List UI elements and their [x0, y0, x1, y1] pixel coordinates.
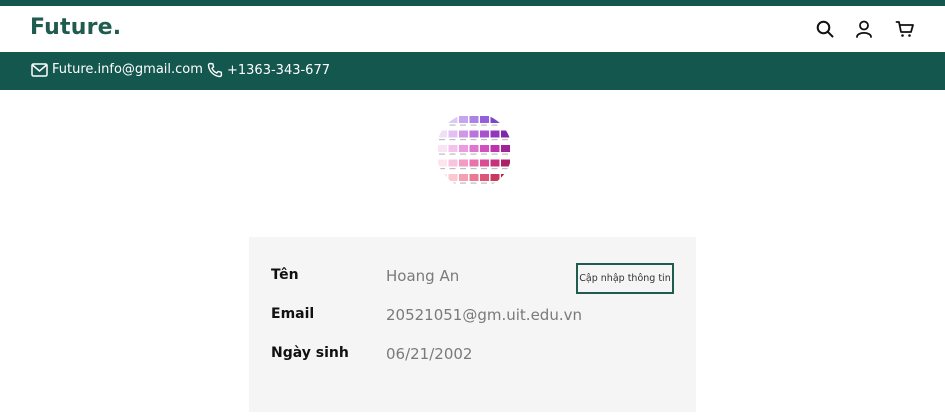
birthday-label: Ngày sinh: [271, 345, 349, 361]
site-logo[interactable]: Future.: [30, 15, 121, 40]
contact-bar: Future.info@gmail.com +1363-343-677: [0, 52, 945, 90]
mail-icon: [31, 62, 48, 77]
update-info-button[interactable]: Cập nhập thông tin: [576, 263, 674, 294]
email-label: Email: [271, 306, 315, 322]
avatar-swatch-image: [438, 116, 510, 184]
phone-icon: [207, 62, 223, 78]
cart-icon[interactable]: [895, 19, 915, 39]
user-icon[interactable]: [854, 19, 874, 39]
profile-card: Tên Hoang An Email 20521051@gm.uit.edu.v…: [249, 237, 696, 412]
email-value: 20521051@gm.uit.edu.vn: [386, 306, 582, 324]
birthday-value: 06/21/2002: [386, 345, 473, 363]
search-icon[interactable]: [815, 19, 835, 39]
contact-phone[interactable]: +1363-343-677: [207, 62, 330, 78]
contact-phone-text: +1363-343-677: [227, 62, 330, 78]
site-header: Future.: [0, 6, 945, 52]
name-label: Tên: [271, 267, 299, 283]
contact-email-text: Future.info@gmail.com: [52, 62, 203, 77]
contact-email[interactable]: Future.info@gmail.com: [31, 62, 203, 77]
avatar[interactable]: [436, 113, 512, 189]
name-value: Hoang An: [386, 267, 460, 285]
